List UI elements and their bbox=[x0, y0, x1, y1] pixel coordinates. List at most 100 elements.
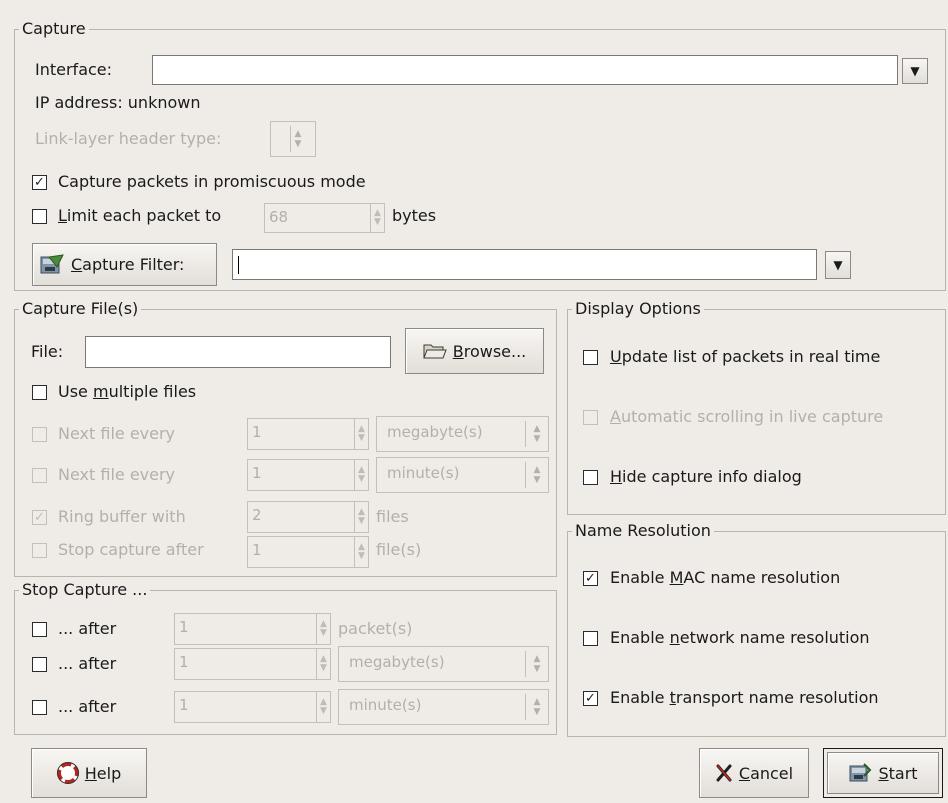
stop-after-files-label: Stop capture after bbox=[58, 540, 204, 559]
spin-down-icon: ▼ bbox=[533, 707, 541, 717]
limit-packet-label: Limit each packet to bbox=[58, 206, 222, 225]
link-layer-combo[interactable]: ▲ ▼ bbox=[270, 121, 316, 157]
spin-down-icon: ▼ bbox=[320, 628, 327, 638]
link-layer-arrows: ▲ ▼ bbox=[290, 126, 305, 152]
unit-combo-arrows: ▲ ▼ bbox=[525, 651, 548, 677]
spin-up-icon: ▲ bbox=[294, 129, 302, 139]
display-options-frame-title: Display Options bbox=[572, 299, 704, 319]
name-resolution-frame-title: Name Resolution bbox=[572, 521, 714, 541]
stop-after-packets-spinbox[interactable]: 1 ▲ ▼ bbox=[174, 613, 331, 645]
interface-label: Interface: bbox=[35, 60, 113, 79]
promiscuous-checkbox[interactable]: ✓ bbox=[32, 175, 47, 190]
hide-info-dialog-checkbox[interactable] bbox=[583, 470, 598, 485]
ring-buffer-unit: files bbox=[376, 507, 409, 526]
ring-buffer-label: Ring buffer with bbox=[58, 507, 186, 526]
spin-down-icon: ▼ bbox=[533, 664, 541, 674]
check-icon: ✓ bbox=[34, 175, 45, 190]
use-multiple-files-label: Use multiple files bbox=[58, 382, 197, 401]
chevron-down-icon: ▼ bbox=[833, 258, 843, 272]
unit-combo-arrows: ▲ ▼ bbox=[525, 462, 548, 488]
next-file-time-checkbox[interactable] bbox=[32, 468, 47, 483]
next-file-size-spinbox[interactable]: 1 ▲ ▼ bbox=[247, 418, 369, 450]
next-file-time-spinbox[interactable]: 1 ▲ ▼ bbox=[247, 459, 369, 491]
ip-address-text: IP address: unknown bbox=[35, 93, 201, 112]
stop-after-files-unit: file(s) bbox=[376, 540, 422, 559]
spin-down-icon: ▼ bbox=[358, 433, 365, 443]
cancel-x-icon bbox=[716, 764, 732, 782]
folder-open-icon bbox=[423, 344, 447, 359]
next-file-time-unit-combo[interactable]: minute(s) ▲ ▼ bbox=[376, 457, 549, 493]
limit-packet-checkbox[interactable] bbox=[32, 209, 47, 224]
promiscuous-label: Capture packets in promiscuous mode bbox=[58, 172, 366, 191]
stop-after-files-checkbox[interactable] bbox=[32, 543, 47, 558]
file-label: File: bbox=[31, 342, 64, 361]
capture-frame-title: Capture bbox=[19, 19, 89, 39]
network-resolution-checkbox[interactable] bbox=[583, 631, 598, 646]
stop-after-time-spin-arrows[interactable]: ▲ ▼ bbox=[316, 692, 330, 722]
file-entry[interactable] bbox=[85, 336, 391, 368]
spin-up-icon: ▲ bbox=[533, 697, 541, 707]
interface-combo-entry[interactable] bbox=[152, 55, 898, 85]
transport-resolution-checkbox[interactable]: ✓ bbox=[583, 691, 598, 706]
stop-after-size-spinbox[interactable]: 1 ▲ ▼ bbox=[174, 648, 331, 680]
help-label: Help bbox=[84, 763, 122, 783]
check-icon: ✓ bbox=[585, 691, 596, 706]
stop-after-files-spinbox[interactable]: 1 ▲ ▼ bbox=[247, 536, 369, 568]
browse-label: Browse... bbox=[452, 341, 527, 361]
spin-down-icon: ▼ bbox=[320, 706, 327, 716]
spin-up-icon: ▲ bbox=[533, 465, 541, 475]
help-button[interactable]: Help bbox=[31, 748, 147, 798]
ring-buffer-spin-arrows[interactable]: ▲ ▼ bbox=[354, 502, 368, 532]
hide-info-dialog-label: Hide capture info dialog bbox=[610, 467, 802, 486]
spin-down-icon: ▼ bbox=[320, 663, 327, 673]
limit-packet-spin-arrows[interactable]: ▲ ▼ bbox=[370, 204, 384, 232]
limit-packet-spinbox[interactable]: 68 ▲ ▼ bbox=[264, 203, 385, 233]
network-resolution-label: Enable network name resolution bbox=[610, 628, 870, 647]
link-layer-label: Link-layer header type: bbox=[35, 129, 222, 148]
stop-after-size-unit-combo[interactable]: megabyte(s) ▲ ▼ bbox=[338, 646, 549, 682]
stop-after-time-label: ... after bbox=[58, 697, 117, 716]
use-multiple-files-checkbox[interactable] bbox=[32, 385, 47, 400]
spin-down-icon: ▼ bbox=[294, 139, 302, 149]
stop-after-size-checkbox[interactable] bbox=[32, 657, 47, 672]
stop-after-time-checkbox[interactable] bbox=[32, 700, 47, 715]
update-realtime-checkbox[interactable] bbox=[583, 350, 598, 365]
mac-resolution-checkbox[interactable]: ✓ bbox=[583, 571, 598, 586]
stop-after-packets-checkbox[interactable] bbox=[32, 622, 47, 637]
spin-down-icon: ▼ bbox=[358, 516, 365, 526]
browse-button[interactable]: Browse... bbox=[405, 328, 544, 374]
limit-unit-label: bytes bbox=[392, 206, 437, 225]
cancel-button[interactable]: Cancel bbox=[699, 748, 809, 798]
check-icon: ✓ bbox=[585, 571, 596, 586]
stop-after-packets-unit: packet(s) bbox=[338, 619, 413, 638]
auto-scroll-checkbox[interactable] bbox=[583, 410, 598, 425]
ring-buffer-spinbox[interactable]: 2 ▲ ▼ bbox=[247, 501, 369, 533]
stop-after-time-spinbox[interactable]: 1 ▲ ▼ bbox=[174, 691, 331, 723]
next-file-size-unit-combo[interactable]: megabyte(s) ▲ ▼ bbox=[376, 416, 549, 452]
spin-down-icon: ▼ bbox=[533, 475, 541, 485]
next-file-size-label: Next file every bbox=[58, 424, 176, 443]
chevron-down-icon: ▼ bbox=[910, 64, 920, 78]
capture-files-frame-title: Capture File(s) bbox=[19, 299, 142, 319]
ring-buffer-checkbox[interactable]: ✓ bbox=[32, 510, 47, 525]
stop-after-time-unit-combo[interactable]: minute(s) ▲ ▼ bbox=[338, 689, 549, 725]
stop-after-files-spin-arrows[interactable]: ▲ ▼ bbox=[354, 537, 368, 567]
stop-after-packets-spin-arrows[interactable]: ▲ ▼ bbox=[316, 614, 330, 644]
mac-resolution-label: Enable MAC name resolution bbox=[610, 568, 841, 587]
capture-filter-label: Capture Filter: bbox=[71, 255, 185, 274]
capture-filter-entry[interactable] bbox=[232, 249, 817, 280]
start-button[interactable]: Start bbox=[823, 748, 943, 798]
next-file-time-spin-arrows[interactable]: ▲ ▼ bbox=[354, 460, 368, 490]
next-file-size-spin-arrows[interactable]: ▲ ▼ bbox=[354, 419, 368, 449]
capture-filter-dropdown-button[interactable]: ▼ bbox=[825, 251, 851, 279]
next-file-size-checkbox[interactable] bbox=[32, 427, 47, 442]
start-capture-icon bbox=[849, 763, 872, 782]
check-icon: ✓ bbox=[34, 510, 45, 525]
text-cursor bbox=[238, 256, 239, 274]
spin-down-icon: ▼ bbox=[374, 217, 381, 227]
spin-up-icon: ▲ bbox=[533, 654, 541, 664]
capture-filter-button[interactable]: Capture Filter: bbox=[32, 243, 217, 286]
spin-down-icon: ▼ bbox=[358, 474, 365, 484]
stop-after-size-spin-arrows[interactable]: ▲ ▼ bbox=[316, 649, 330, 679]
interface-dropdown-button[interactable]: ▼ bbox=[902, 58, 928, 84]
